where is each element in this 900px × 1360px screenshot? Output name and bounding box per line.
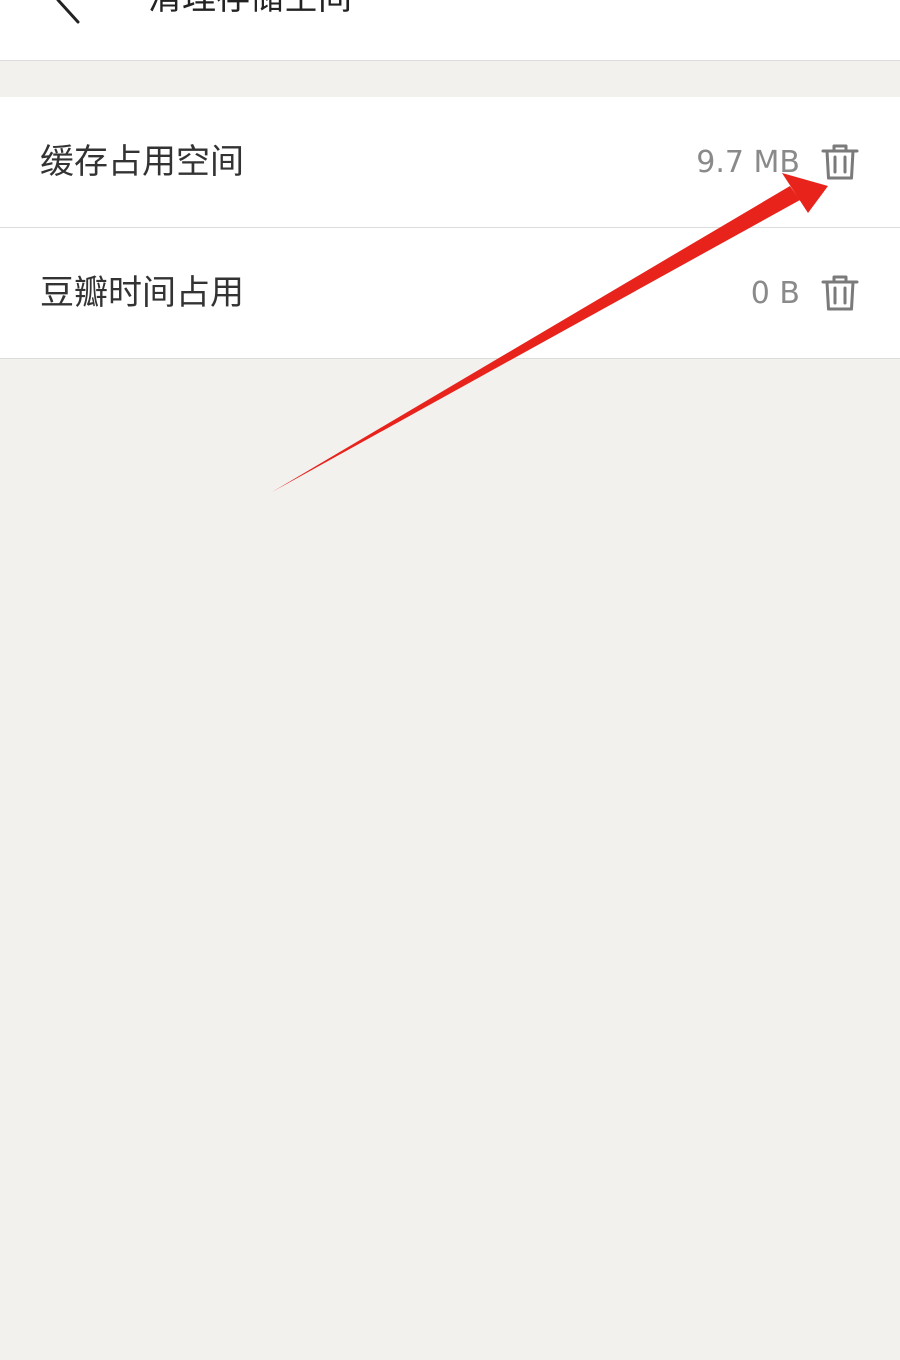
storage-row-size: 0 B	[750, 276, 800, 311]
storage-row-cache: 缓存占用空间 9.7 MB	[0, 97, 900, 228]
storage-row-douban-time: 豆瓣时间占用 0 B	[0, 228, 900, 359]
trash-icon[interactable]	[820, 142, 860, 182]
trash-icon[interactable]	[820, 273, 860, 313]
storage-row-label: 豆瓣时间占用	[40, 273, 244, 313]
page-title: 清理存储空间	[148, 0, 352, 18]
storage-row-size: 9.7 MB	[696, 145, 800, 180]
storage-list: 缓存占用空间 9.7 MB 豆瓣时间占用 0 B	[0, 97, 900, 359]
storage-row-label: 缓存占用空间	[40, 142, 244, 182]
chevron-left-icon[interactable]	[40, 0, 100, 30]
app-bar: 清理存储空间	[0, 0, 900, 61]
